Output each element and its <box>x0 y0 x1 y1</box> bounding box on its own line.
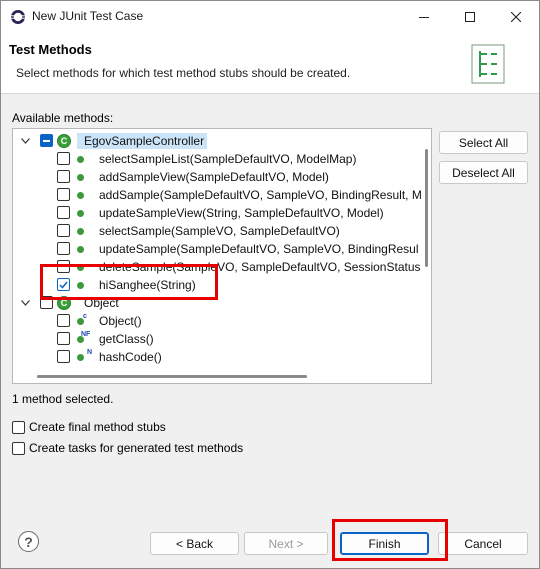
method-checkbox[interactable] <box>57 260 70 273</box>
tasks-option[interactable]: Create tasks for generated test methods <box>12 441 243 455</box>
finish-button[interactable]: Finish <box>340 532 429 555</box>
method-row[interactable]: deleteSample(SampleVO, SampleDefaultVO, … <box>13 258 422 276</box>
help-icon[interactable]: ? <box>18 531 39 552</box>
methods-tree-content: C EgovSampleController selectSampleList(… <box>13 129 422 370</box>
horizontal-scroll-thumb[interactable] <box>37 375 307 378</box>
method-checkbox-checked[interactable] <box>57 278 70 291</box>
method-row[interactable]: addSampleView(SampleDefaultVO, Model) <box>13 168 422 186</box>
method-row[interactable]: updateSample(SampleDefaultVO, SampleVO, … <box>13 240 422 258</box>
window-title: New JUnit Test Case <box>32 9 144 23</box>
tasks-label: Create tasks for generated test methods <box>29 441 244 455</box>
tree-node-object[interactable]: C Object <box>13 294 422 312</box>
minimize-icon <box>419 16 429 18</box>
vertical-scroll-thumb[interactable] <box>425 149 428 267</box>
final-stubs-label: Create final method stubs <box>29 420 166 434</box>
method-label: getClass() <box>99 332 154 346</box>
method-label: selectSample(SampleVO, SampleDefaultVO) <box>99 224 340 238</box>
class-name: Object <box>84 296 119 310</box>
method-row[interactable]: selectSampleList(SampleDefaultVO, ModelM… <box>13 150 422 168</box>
public-method-icon <box>77 282 84 289</box>
method-row[interactable]: N hashCode() <box>13 348 422 366</box>
public-method-icon <box>77 228 84 235</box>
public-method-icon <box>77 174 84 181</box>
method-row-hisanghee[interactable]: hiSanghee(String) <box>13 276 422 294</box>
vertical-scrollbar[interactable] <box>422 129 431 370</box>
method-checkbox[interactable] <box>57 242 70 255</box>
method-checkbox[interactable] <box>57 152 70 165</box>
class-name: EgovSampleController <box>84 134 205 148</box>
class-icon: C <box>57 134 71 148</box>
tree-node-egov-sample-controller[interactable]: C EgovSampleController <box>13 132 422 150</box>
close-icon <box>511 11 521 22</box>
constructor-badge: c <box>83 313 87 320</box>
method-checkbox[interactable] <box>57 350 70 363</box>
deselect-all-button[interactable]: Deselect All <box>439 161 528 184</box>
method-checkbox[interactable] <box>57 332 70 345</box>
method-label: deleteSample(SampleVO, SampleDefaultVO, … <box>99 260 421 274</box>
method-label: addSample(SampleDefaultVO, SampleVO, Bin… <box>99 188 422 202</box>
expand-chevron-icon[interactable] <box>19 135 31 147</box>
method-checkbox[interactable] <box>57 206 70 219</box>
page-description: Select methods for which test method stu… <box>16 66 351 80</box>
select-all-button[interactable]: Select All <box>439 131 528 154</box>
public-method-icon <box>77 156 84 163</box>
dialog-window: New JUnit Test Case Test Methods Select … <box>0 0 540 569</box>
title-bar: New JUnit Test Case <box>1 1 539 32</box>
minimize-button[interactable] <box>401 1 447 32</box>
final-stubs-option[interactable]: Create final method stubs <box>12 420 166 434</box>
method-checkbox[interactable] <box>57 188 70 201</box>
maximize-button[interactable] <box>447 1 493 32</box>
method-row[interactable]: NF getClass() <box>13 330 422 348</box>
method-checkbox[interactable] <box>57 170 70 183</box>
class-checkbox-egov[interactable] <box>40 134 53 147</box>
checkmark-icon <box>59 281 68 289</box>
horizontal-scrollbar[interactable] <box>13 370 422 383</box>
method-label: selectSampleList(SampleDefaultVO, ModelM… <box>99 152 357 166</box>
public-method-icon <box>77 246 84 253</box>
native-final-badge: NF <box>81 331 91 338</box>
back-button[interactable]: < Back <box>150 532 239 555</box>
junit-wizard-icon <box>471 44 505 84</box>
method-checkbox[interactable] <box>57 224 70 237</box>
page-header: Test Methods Select methods for which te… <box>1 32 539 94</box>
expand-chevron-icon[interactable] <box>19 297 31 309</box>
method-label: hiSanghee(String) <box>99 278 196 292</box>
native-method-icon <box>77 354 84 361</box>
method-row[interactable]: c Object() <box>13 312 422 330</box>
eclipse-icon <box>11 10 25 24</box>
method-checkbox[interactable] <box>57 314 70 327</box>
public-method-icon <box>77 264 84 271</box>
public-method-icon <box>77 210 84 217</box>
methods-tree[interactable]: C EgovSampleController selectSampleList(… <box>12 128 432 384</box>
public-method-icon <box>77 192 84 199</box>
method-label: addSampleView(SampleDefaultVO, Model) <box>99 170 329 184</box>
next-button[interactable]: Next > <box>244 532 328 555</box>
method-label: hashCode() <box>99 350 162 364</box>
class-icon: C <box>57 296 71 310</box>
method-row[interactable]: updateSampleView(String, SampleDefaultVO… <box>13 204 422 222</box>
method-label: Object() <box>99 314 142 328</box>
cancel-button[interactable]: Cancel <box>438 532 528 555</box>
method-row[interactable]: selectSample(SampleVO, SampleDefaultVO) <box>13 222 422 240</box>
final-stubs-checkbox[interactable] <box>12 420 25 434</box>
page-title: Test Methods <box>9 42 92 57</box>
maximize-icon <box>465 11 475 22</box>
native-badge: N <box>87 349 93 356</box>
method-label: updateSample(SampleDefaultVO, SampleVO, … <box>99 242 419 256</box>
method-label: updateSampleView(String, SampleDefaultVO… <box>99 206 384 220</box>
class-checkbox-object[interactable] <box>40 296 53 309</box>
selection-status: 1 method selected. <box>12 392 114 406</box>
close-button[interactable] <box>493 1 539 32</box>
available-methods-label: Available methods: <box>12 111 114 125</box>
tasks-checkbox[interactable] <box>12 441 25 455</box>
method-row[interactable]: addSample(SampleDefaultVO, SampleVO, Bin… <box>13 186 422 204</box>
